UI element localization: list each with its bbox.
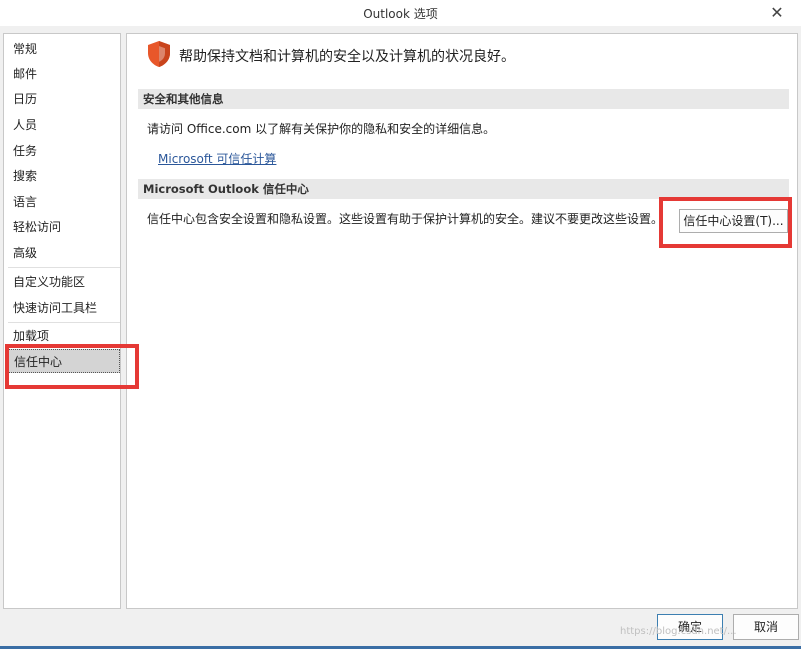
watermark: https://blog.csdn.net/... bbox=[620, 626, 737, 637]
options-sidebar: 常规 邮件 日历 人员 任务 搜索 语言 轻松访问 高级 自定义功能区 快速访问… bbox=[3, 33, 121, 609]
sidebar-item-language[interactable]: 语言 bbox=[8, 190, 120, 214]
sidebar-item-people[interactable]: 人员 bbox=[8, 113, 120, 137]
sidebar-item-calendar[interactable]: 日历 bbox=[8, 87, 120, 111]
main-panel: 帮助保持文档和计算机的安全以及计算机的状况良好。 安全和其他信息 请访问 Off… bbox=[126, 33, 798, 609]
trust-center-section-header: Microsoft Outlook 信任中心 bbox=[138, 179, 789, 199]
sidebar-item-accessibility[interactable]: 轻松访问 bbox=[8, 215, 120, 239]
sidebar-item-mail[interactable]: 邮件 bbox=[8, 62, 120, 86]
cancel-button[interactable]: 取消 bbox=[733, 614, 799, 640]
sidebar-item-quick-access-toolbar[interactable]: 快速访问工具栏 bbox=[8, 296, 120, 320]
highlight-box-trust-center-button bbox=[659, 197, 792, 248]
trustworthy-computing-link[interactable]: Microsoft 可信任计算 bbox=[158, 150, 276, 167]
sidebar-item-advanced[interactable]: 高级 bbox=[8, 241, 120, 265]
shield-icon bbox=[148, 41, 170, 67]
sidebar-item-customize-ribbon[interactable]: 自定义功能区 bbox=[8, 270, 120, 294]
sidebar-item-search[interactable]: 搜索 bbox=[8, 164, 120, 188]
sidebar-item-tasks[interactable]: 任务 bbox=[8, 139, 120, 163]
banner-text: 帮助保持文档和计算机的安全以及计算机的状况良好。 bbox=[179, 49, 515, 65]
security-description: 请访问 Office.com 以了解有关保护你的隐私和安全的详细信息。 bbox=[147, 122, 496, 136]
window-title: Outlook 选项 bbox=[363, 7, 438, 21]
title-bar: Outlook 选项 ✕ bbox=[0, 0, 801, 26]
sidebar-item-general[interactable]: 常规 bbox=[8, 37, 120, 61]
sidebar-divider bbox=[8, 322, 120, 323]
sidebar-divider bbox=[8, 267, 120, 268]
security-section-header: 安全和其他信息 bbox=[138, 89, 789, 109]
trust-center-description: 信任中心包含安全设置和隐私设置。这些设置有助于保护计算机的安全。建议不要更改这些… bbox=[147, 212, 664, 226]
close-icon[interactable]: ✕ bbox=[767, 3, 787, 23]
highlight-box-trust-center-nav bbox=[5, 344, 139, 389]
